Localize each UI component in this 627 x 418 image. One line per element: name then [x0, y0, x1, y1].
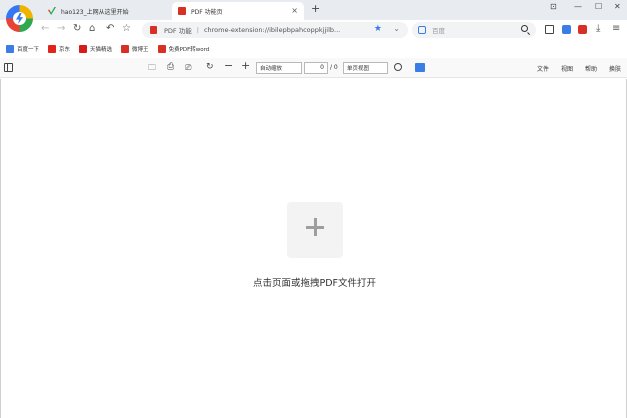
tab-title: hao123_上网从这里开始 — [61, 8, 129, 16]
zoom-select[interactable]: 自动缩放 — [256, 62, 302, 74]
bookmark-label: 免费PDF转word — [168, 46, 210, 53]
back-button[interactable]: ← — [41, 23, 49, 35]
view-mode-select[interactable]: 单页视图 — [343, 62, 388, 74]
address-url[interactable]: chrome-extension://ibilepbpahcoppkjjilb.… — [204, 26, 364, 34]
search-icon[interactable] — [521, 25, 528, 32]
tab-title: PDF 功能页 — [191, 8, 223, 16]
maximize-button[interactable]: ☐ — [595, 2, 602, 11]
bookmark-baidu[interactable]: 百度一下 — [6, 44, 40, 53]
address-dropdown-icon[interactable]: ⌄ — [393, 24, 400, 33]
menu-view[interactable]: 视图 — [561, 64, 573, 73]
search-box[interactable]: 百度 — [412, 22, 536, 38]
minimize-button[interactable]: — — [574, 2, 582, 11]
menu-file[interactable]: 文件 — [537, 64, 549, 73]
home-button[interactable]: ⌂ — [89, 23, 95, 35]
drop-hint-text: 点击页面或拖拽PDF文件打开 — [252, 278, 376, 289]
find-icon[interactable] — [394, 63, 402, 71]
open-pdf-dropzone[interactable] — [287, 202, 343, 258]
bookmark-weibo[interactable]: 微博王 — [121, 44, 149, 53]
pdf-site-icon — [150, 26, 157, 34]
open-file-icon[interactable]: 🗀 — [148, 62, 156, 73]
window-close-button[interactable]: ✕ — [614, 2, 621, 11]
pdf-word-favicon-icon — [157, 44, 166, 53]
download-icon[interactable]: ⤓ — [596, 23, 600, 35]
print-icon[interactable]: ⎙ — [167, 62, 174, 73]
navigation-bar: ← → ↻ ⌂ ↶ ☆ PDF 功能 | chrome-extension://… — [0, 20, 627, 40]
bookmark-tmall[interactable]: 天猫精选 — [79, 44, 113, 53]
tab-strip: hao123_上网从这里开始 PDF 功能页 × + ⊡ — ☐ ✕ — [0, 0, 627, 32]
browser-logo-icon[interactable] — [6, 5, 33, 32]
weibo-favicon-icon — [121, 44, 130, 53]
page-number-input[interactable]: 0 — [304, 62, 328, 74]
plus-icon-bar — [306, 226, 324, 229]
bookmark-label: 京东 — [59, 46, 71, 53]
address-bar[interactable]: PDF 功能 | chrome-extension://ibilepbpahco… — [142, 22, 408, 38]
menu-skin[interactable]: 换肤 — [609, 64, 621, 73]
sidebar-toggle-icon[interactable] — [4, 63, 13, 72]
pin-window-icon[interactable]: ⊡ — [550, 2, 557, 11]
bookmarks-bar: 百度一下 京东 天猫精选 微博王 免费PDF转word — [0, 40, 627, 57]
menu-help[interactable]: 帮助 — [585, 64, 597, 73]
bookmark-jd[interactable]: 京东 — [48, 44, 71, 53]
menu-icon[interactable]: ≡ — [612, 23, 620, 35]
tab-pdf[interactable]: PDF 功能页 × — [172, 2, 304, 20]
baidu-favicon-icon — [6, 44, 14, 53]
bookmark-label: 百度一下 — [17, 46, 40, 53]
refresh-icon[interactable]: ↻ — [206, 62, 214, 73]
address-separator: | — [196, 26, 199, 34]
save-icon[interactable]: ⎚ — [185, 62, 191, 73]
jd-favicon-icon — [48, 44, 57, 53]
undo-close-button[interactable]: ↶ — [106, 23, 114, 35]
new-tab-button[interactable]: + — [311, 2, 320, 15]
translate-extension-icon[interactable] — [562, 25, 571, 34]
search-engine-icon[interactable] — [418, 26, 426, 34]
page-total: / 0 — [330, 64, 338, 71]
bookmark-star-button[interactable]: ☆ — [122, 23, 131, 35]
search-placeholder: 百度 — [432, 27, 445, 35]
bookmark-label: 天猫精选 — [90, 46, 113, 53]
hao123-favicon-icon — [48, 7, 56, 15]
view-mode-value: 单页视图 — [347, 66, 370, 72]
pdf-extension-icon[interactable] — [578, 25, 587, 34]
address-page-title: PDF 功能 — [164, 27, 192, 35]
zoom-in-button[interactable]: + — [241, 60, 250, 71]
zoom-out-button[interactable]: − — [224, 60, 233, 71]
tab-close-icon[interactable]: × — [291, 6, 298, 15]
pdf-toolbar: 🗀 ⎙ ⎚ ↻ − + 自动缩放 0 / 0 单页视图 文件 视图 帮助 换肤 — [0, 58, 627, 78]
forward-button[interactable]: → — [57, 23, 65, 35]
pdf-viewer-area[interactable]: 点击页面或拖拽PDF文件打开 — [0, 79, 627, 418]
bookmark-label: 微博王 — [132, 46, 149, 53]
reload-button[interactable]: ↻ — [73, 23, 81, 35]
tmall-favicon-icon — [79, 44, 88, 53]
favorite-star-icon[interactable]: ★ — [374, 24, 382, 34]
grid-apps-icon[interactable] — [545, 25, 554, 34]
bookmark-pdf-to-word[interactable]: 免费PDF转word — [157, 44, 210, 53]
reading-mode-icon[interactable] — [415, 63, 425, 72]
zoom-select-value: 自动缩放 — [260, 66, 283, 72]
tab-hao123[interactable]: hao123_上网从这里开始 — [44, 2, 170, 20]
pdf-favicon-icon — [178, 7, 186, 15]
